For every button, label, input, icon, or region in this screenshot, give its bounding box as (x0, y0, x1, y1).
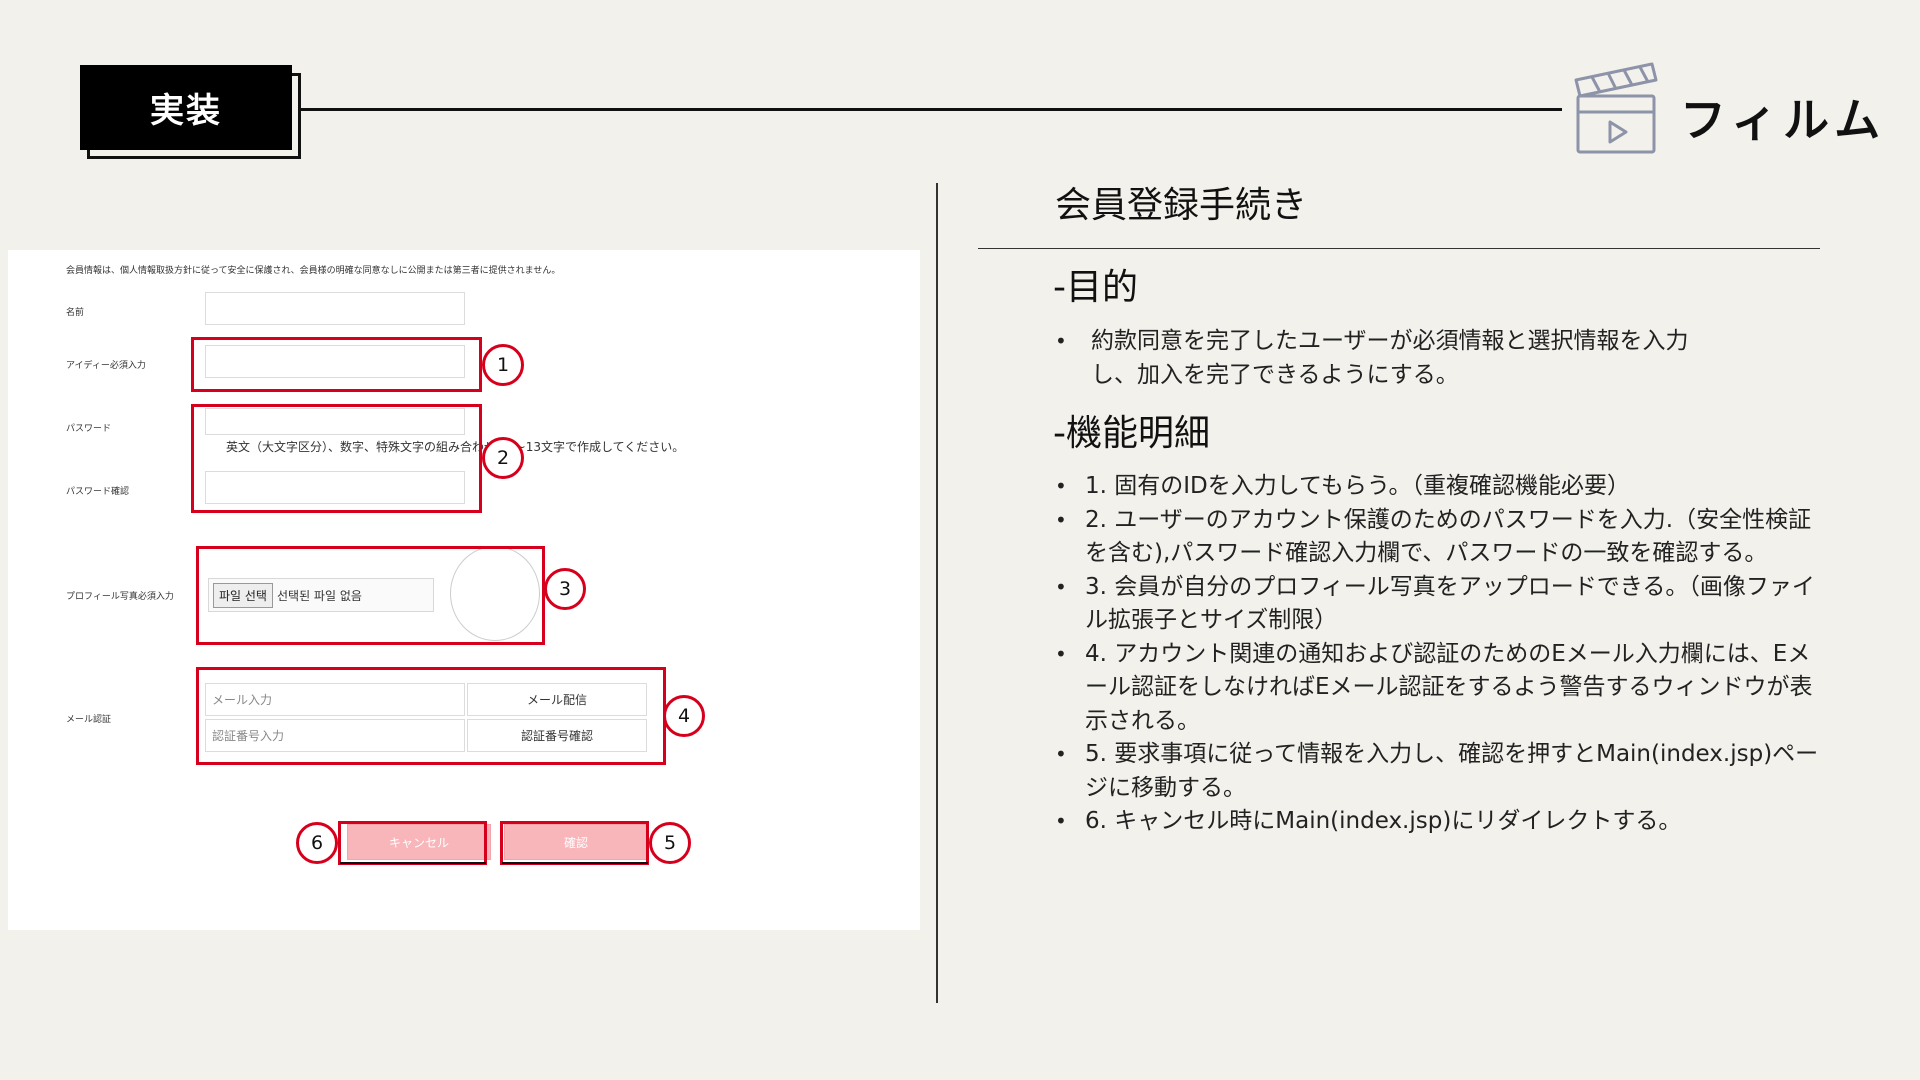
features-list: 1. 固有のIDを入力してもらう。（重複確認機能必要） 2. ユーザーのアカウン… (1055, 470, 1825, 839)
feature-item-3: 3. 会員が自分のプロフィール写真をアップロードできる。（画像ファイル拡張子とサ… (1055, 571, 1825, 638)
annotation-badge-3: 3 (544, 568, 586, 610)
annotation-box-5 (500, 821, 649, 865)
column-divider (936, 183, 938, 1003)
name-label: 名前 (66, 308, 85, 318)
purpose-item: 約款同意を完了したユーザーが必須情報と選択情報を入力し、加入を完了できるようにす… (1055, 325, 1695, 392)
name-input[interactable] (205, 292, 465, 325)
header-rule (300, 108, 1562, 111)
annotation-box-2 (191, 404, 482, 513)
header-tag: 実装 (80, 65, 292, 150)
password-confirm-label: パスワード確認 (66, 487, 130, 497)
brand-title: フィルム (1680, 93, 1887, 147)
doc-title: 会員登録手続き (1055, 185, 1308, 226)
annotation-badge-4: 4 (663, 695, 705, 737)
feature-item-1: 1. 固有のIDを入力してもらう。（重複確認機能必要） (1055, 470, 1825, 504)
feature-item-2: 2. ユーザーのアカウント保護のためのパスワードを入力.（安全性検証を含む),パ… (1055, 504, 1825, 571)
feature-item-5: 5. 要求事項に従って情報を入力し、確認を押すとMain(index.jsp)ペ… (1055, 738, 1825, 805)
password-label: パスワード (66, 424, 112, 434)
id-label: アイディー必須入力 (66, 361, 146, 371)
annotation-box-6 (338, 821, 487, 865)
email-label: メール認証 (66, 715, 112, 725)
confirm-underline (502, 862, 648, 864)
purpose-heading: -目的 (1053, 267, 1138, 308)
annotation-box-1 (191, 337, 482, 392)
annotation-badge-5: 5 (649, 822, 691, 864)
annotation-badge-2: 2 (482, 437, 524, 479)
purpose-list: 約款同意を完了したユーザーが必須情報と選択情報を入力し、加入を完了できるようにす… (1055, 325, 1695, 392)
clapperboard-icon (1574, 62, 1658, 154)
feature-item-6: 6. キャンセル時にMain(index.jsp)にリダイレクトする。 (1055, 805, 1825, 839)
features-heading: -機能明細 (1053, 413, 1210, 454)
annotation-badge-6: 6 (296, 822, 338, 864)
annotation-box-3 (196, 546, 545, 645)
doc-title-rule (978, 248, 1820, 249)
feature-item-4: 4. アカウント関連の通知および認証のためのEメール入力欄には、Eメール認証をし… (1055, 638, 1825, 739)
privacy-notice: 会員情報は、個人情報取扱方針に従って安全に保護され、会員様の明確な同意なしに公開… (66, 266, 561, 276)
profile-label: プロフィール写真必須入力 (66, 592, 174, 602)
annotation-badge-1: 1 (482, 344, 524, 386)
cancel-underline (340, 862, 486, 864)
annotation-box-4 (196, 667, 666, 765)
